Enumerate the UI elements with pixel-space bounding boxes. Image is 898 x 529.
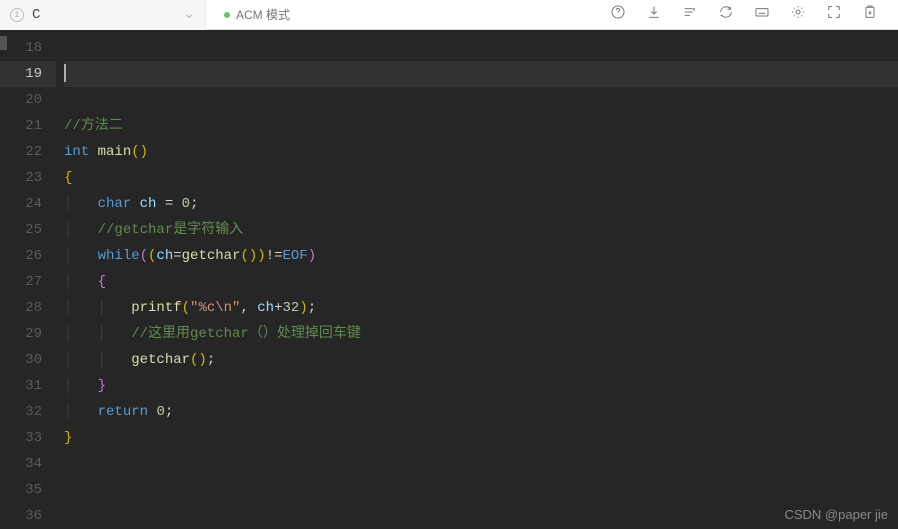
code-line: │ //getchar是字符输入: [64, 217, 898, 243]
line-number: 31: [0, 373, 56, 399]
mode-label: ACM 模式: [236, 6, 290, 23]
code-line: │ │ getchar();: [64, 347, 898, 373]
code-editor[interactable]: 18192021222324252627282930313233343536 /…: [0, 30, 898, 526]
line-number-gutter: 18192021222324252627282930313233343536: [0, 30, 56, 526]
line-number: 29: [0, 321, 56, 347]
code-line: }: [64, 425, 898, 451]
code-line: │ │ printf("%c\n", ch+32);: [64, 295, 898, 321]
line-number: 30: [0, 347, 56, 373]
code-line: [64, 451, 898, 477]
line-number: 28: [0, 295, 56, 321]
code-line: │ {: [64, 269, 898, 295]
line-number: 34: [0, 451, 56, 477]
paste-icon[interactable]: [862, 4, 878, 25]
line-number: 20: [0, 87, 56, 113]
code-line-current: [64, 61, 898, 87]
language-selector[interactable]: i C ⌄: [0, 0, 206, 30]
line-number: 19: [0, 61, 56, 87]
code-area[interactable]: //方法二 int main() { │ char ch = 0; │ //ge…: [64, 30, 898, 529]
line-number: 18: [0, 35, 56, 61]
list-icon[interactable]: [682, 4, 698, 25]
help-icon[interactable]: [610, 4, 626, 25]
code-line: │ }: [64, 373, 898, 399]
code-line: │ return 0;: [64, 399, 898, 425]
code-line: [64, 477, 898, 503]
code-line: int main(): [64, 139, 898, 165]
line-number: 26: [0, 243, 56, 269]
refresh-icon[interactable]: [718, 4, 734, 25]
chevron-down-icon: ⌄: [183, 6, 195, 23]
settings-icon[interactable]: [790, 4, 806, 25]
code-line: [64, 503, 898, 529]
line-number: 33: [0, 425, 56, 451]
code-line: │ while((ch=getchar())!=EOF): [64, 243, 898, 269]
text-cursor: [64, 64, 66, 82]
mode-indicator[interactable]: ACM 模式: [224, 6, 290, 23]
code-line: //方法二: [64, 113, 898, 139]
language-label: C: [32, 7, 40, 23]
code-line: [64, 87, 898, 113]
line-number: 21: [0, 113, 56, 139]
line-number: 27: [0, 269, 56, 295]
code-line: [64, 35, 898, 61]
download-icon[interactable]: [646, 4, 662, 25]
info-icon: i: [10, 8, 24, 22]
watermark: CSDN @paper jie: [784, 507, 888, 522]
line-number: 24: [0, 191, 56, 217]
line-number: 23: [0, 165, 56, 191]
line-number: 22: [0, 139, 56, 165]
status-dot-icon: [224, 12, 230, 18]
fullscreen-icon[interactable]: [826, 4, 842, 25]
code-line: │ char ch = 0;: [64, 191, 898, 217]
line-number: 35: [0, 477, 56, 503]
line-number: 32: [0, 399, 56, 425]
topbar: i C ⌄ ACM 模式: [0, 0, 898, 30]
code-line: {: [64, 165, 898, 191]
code-line: │ │ //这里用getchar（）处理掉回车键: [64, 321, 898, 347]
toolbar: [610, 4, 898, 25]
line-number: 36: [0, 503, 56, 529]
keyboard-icon[interactable]: [754, 4, 770, 25]
line-number: 25: [0, 217, 56, 243]
